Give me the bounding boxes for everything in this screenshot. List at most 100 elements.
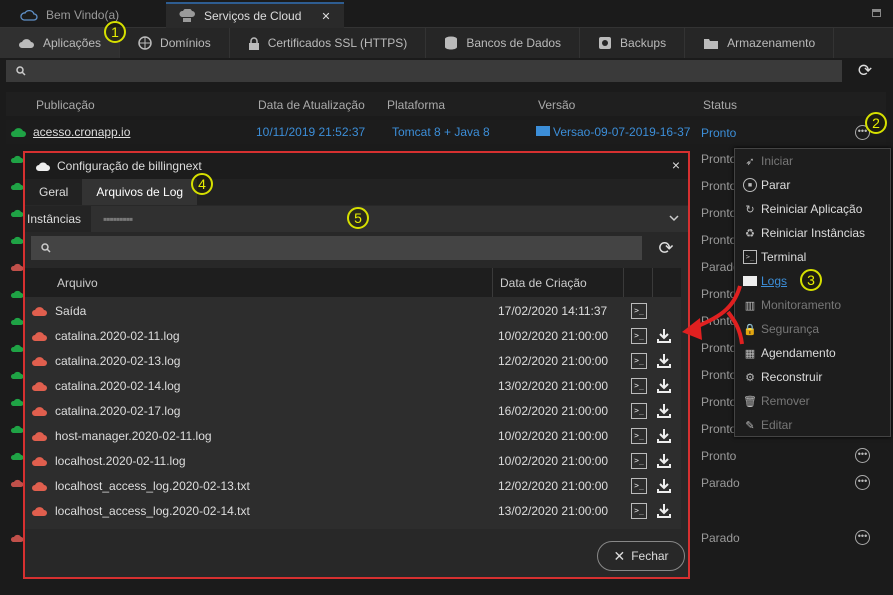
version: Versao-09-07-2019-16-37 [553, 125, 691, 139]
chevron-down-icon[interactable] [669, 215, 679, 222]
menu-item-monitoramento[interactable]: ▥ Monitoramento [743, 298, 841, 312]
cloud-status-icon [10, 155, 24, 163]
tab-arquivos-log[interactable]: Arquivos de Log [82, 179, 198, 205]
file-date: 16/02/2020 21:00:00 [498, 404, 609, 418]
file-row[interactable]: localhost.2020-02-11.log 10/02/2020 21:00… [25, 449, 681, 474]
tab-dominios[interactable]: Domínios [120, 28, 230, 58]
download-icon[interactable] [656, 503, 672, 519]
refresh-icon[interactable]: ⟳ [653, 236, 679, 260]
file-row[interactable]: localhost_access_log.2020-02-14.txt 13/02… [25, 499, 681, 524]
terminal-icon[interactable]: >_ [631, 428, 647, 444]
more-options-icon[interactable]: ••• [855, 530, 870, 545]
file-row[interactable]: catalina.2020-02-11.log 10/02/2020 21:00:… [25, 324, 681, 349]
file-name[interactable]: catalina.2020-02-13.log [55, 354, 180, 368]
col-plataforma[interactable]: Plataforma [387, 98, 445, 112]
menu-item-parar[interactable]: ■ Parar [743, 178, 790, 192]
cloud-red-icon [32, 357, 47, 366]
tab-certificados[interactable]: Certificados SSL (HTTPS) [230, 28, 427, 58]
tab-servicos-cloud[interactable]: Serviços de Cloud ✕ [166, 2, 344, 28]
file-name[interactable]: catalina.2020-02-14.log [55, 379, 180, 393]
menu-item-reiniciar-inst-ncias[interactable]: ♻ Reiniciar Instâncias [743, 226, 865, 240]
instance-select[interactable]: ▪▪▪▪▪▪▪▪▪ [103, 212, 133, 226]
tab-label: Certificados SSL (HTTPS) [267, 36, 408, 50]
file-row[interactable]: host-manager.2020-02-11.log 10/02/2020 21… [25, 424, 681, 449]
close-icon[interactable]: × [672, 157, 680, 173]
cloud-outline-icon [20, 9, 38, 21]
cloud-status-icon [10, 317, 24, 325]
menu-item-iniciar[interactable]: ➶ Iniciar [743, 154, 793, 168]
callout-4: 4 [191, 173, 213, 195]
terminal-icon[interactable]: >_ [631, 353, 647, 369]
menu-item-remover[interactable]: 🗑 Remover [743, 394, 810, 408]
tab-bancos[interactable]: Bancos de Dados [426, 28, 581, 58]
download-icon[interactable] [656, 378, 672, 394]
terminal-icon[interactable]: >_ [631, 478, 647, 494]
tab-aplicacoes[interactable]: Aplicações [0, 28, 121, 58]
more-options-icon[interactable]: ••• [855, 448, 870, 463]
search-icon [16, 66, 26, 76]
database-icon [445, 36, 458, 50]
status-text: Pronto [701, 233, 737, 247]
menu-item-seguran-a[interactable]: 🔒 Segurança [743, 322, 819, 336]
close-icon[interactable]: ✕ [321, 10, 330, 23]
menu-item-agendamento[interactable]: ▦ Agendamento [743, 346, 836, 360]
file-row[interactable]: Saída 17/02/2020 14:11:37 >_ [25, 299, 681, 324]
col-data-atualizacao[interactable]: Data de Atualização [258, 98, 365, 112]
file-date: 17/02/2020 14:11:37 [498, 304, 608, 318]
tab-geral[interactable]: Geral [25, 179, 82, 205]
search-input[interactable] [6, 60, 842, 82]
table-row[interactable]: acesso.cronapp.io 10/11/2019 21:52:37 To… [6, 120, 886, 144]
file-row[interactable]: catalina.2020-02-13.log 12/02/2020 21:00:… [25, 349, 681, 374]
maximize-icon[interactable] [872, 9, 881, 17]
callout-3: 3 [800, 269, 822, 291]
file-name[interactable]: localhost.2020-02-11.log [55, 454, 186, 468]
refresh-icon[interactable]: ⟳ [850, 60, 880, 82]
cloud-green-icon [11, 128, 26, 137]
col-data-criacao[interactable]: Data de Criação [500, 276, 587, 290]
col-publicacao[interactable]: Publicação [36, 98, 95, 112]
file-name[interactable]: catalina.2020-02-17.log [55, 404, 180, 418]
col-versao[interactable]: Versão [538, 98, 575, 112]
tab-backups[interactable]: Backups [580, 28, 686, 58]
menu-item-editar[interactable]: ✎ Editar [743, 418, 792, 432]
file-name[interactable]: localhost_access_log.2020-02-14.txt [55, 504, 250, 518]
file-name[interactable]: Saída [55, 304, 86, 318]
fechar-button[interactable]: ✕ Fechar [597, 541, 685, 571]
menu-item-reiniciar-aplica-o[interactable]: ↻ Reiniciar Aplicação [743, 202, 862, 216]
menu-item-label: Reiniciar Aplicação [761, 202, 863, 216]
menu-item-label: Reconstruir [761, 370, 823, 384]
more-options-icon[interactable]: ••• [855, 475, 870, 490]
terminal-icon[interactable]: >_ [631, 303, 647, 319]
window-tab-bar: Bem Vindo(a) Serviços de Cloud ✕ [0, 0, 893, 28]
menu-item-label: Remover [761, 394, 810, 408]
menu-item-terminal[interactable]: >_ Terminal [743, 250, 806, 264]
file-search-input[interactable] [31, 236, 642, 260]
publication-link[interactable]: acesso.cronapp.io [33, 125, 130, 139]
terminal-icon[interactable]: >_ [631, 403, 647, 419]
file-row[interactable]: catalina.2020-02-17.log 16/02/2020 21:00:… [25, 399, 681, 424]
tab-armazenamento[interactable]: Armazenamento [685, 28, 835, 58]
file-name[interactable]: catalina.2020-02-11.log [55, 329, 180, 343]
file-row[interactable]: catalina.2020-02-14.log 13/02/2020 21:00:… [25, 374, 681, 399]
download-icon[interactable] [656, 453, 672, 469]
col-status[interactable]: Status [703, 98, 737, 112]
download-icon[interactable] [656, 428, 672, 444]
file-name[interactable]: host-manager.2020-02-11.log [55, 429, 212, 443]
terminal-icon[interactable]: >_ [631, 328, 647, 344]
cloud-red-icon [32, 382, 47, 391]
file-row[interactable]: localhost_access_log.2020-02-13.txt 12/02… [25, 474, 681, 499]
col-arquivo[interactable]: Arquivo [57, 276, 98, 290]
menu-item-reconstruir[interactable]: ⚙ Reconstruir [743, 370, 822, 384]
terminal-icon[interactable]: >_ [631, 378, 647, 394]
file-name[interactable]: localhost_access_log.2020-02-13.txt [55, 479, 250, 493]
download-icon[interactable] [656, 353, 672, 369]
terminal-icon[interactable]: >_ [631, 503, 647, 519]
cloud-status-icon [10, 290, 24, 298]
terminal-icon[interactable]: >_ [631, 453, 647, 469]
download-icon[interactable] [656, 478, 672, 494]
backup-icon [599, 37, 612, 49]
status-text: Parado [701, 531, 740, 545]
file-date: 10/02/2020 21:00:00 [498, 429, 609, 443]
download-icon[interactable] [656, 403, 672, 419]
nav-tabs: Aplicações Domínios Certificados SSL (HT… [0, 28, 893, 58]
